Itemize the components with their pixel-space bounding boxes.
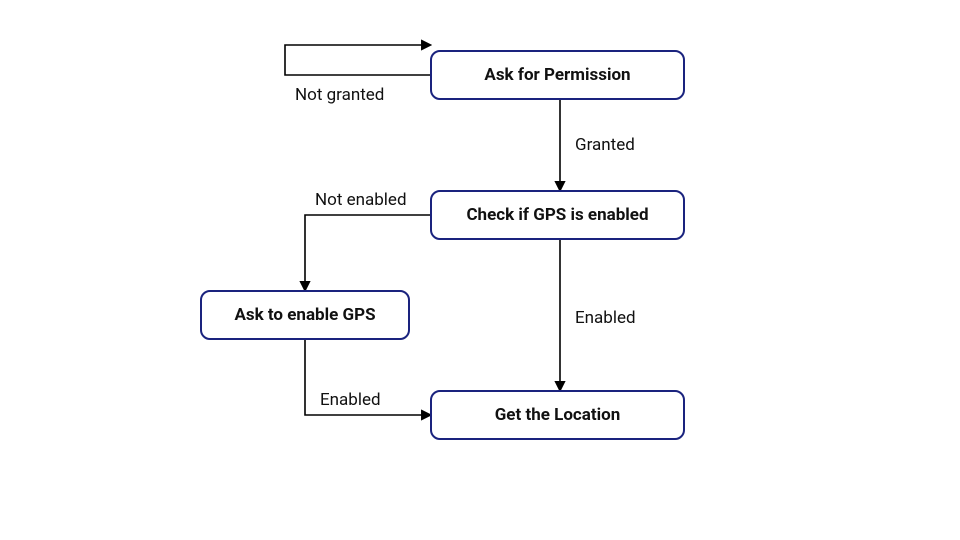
- edge-label-not-granted: Not granted: [295, 85, 384, 105]
- node-check-gps: Check if GPS is enabled: [430, 190, 685, 240]
- node-label: Ask to enable GPS: [234, 305, 375, 325]
- node-get-location: Get the Location: [430, 390, 685, 440]
- flowchart-canvas: Ask for Permission Check if GPS is enabl…: [0, 0, 960, 540]
- node-label: Ask for Permission: [484, 65, 630, 85]
- node-ask-permission: Ask for Permission: [430, 50, 685, 100]
- edge-label-not-enabled: Not enabled: [315, 190, 407, 210]
- edge-gps-not-enabled: [305, 215, 430, 290]
- edge-label-enabled-left: Enabled: [320, 390, 381, 410]
- node-ask-enable-gps: Ask to enable GPS: [200, 290, 410, 340]
- edge-label-granted: Granted: [575, 135, 635, 155]
- edge-perm-not-granted: [285, 45, 430, 75]
- node-label: Get the Location: [495, 405, 621, 425]
- node-label: Check if GPS is enabled: [466, 205, 648, 225]
- edge-label-enabled-right: Enabled: [575, 308, 636, 328]
